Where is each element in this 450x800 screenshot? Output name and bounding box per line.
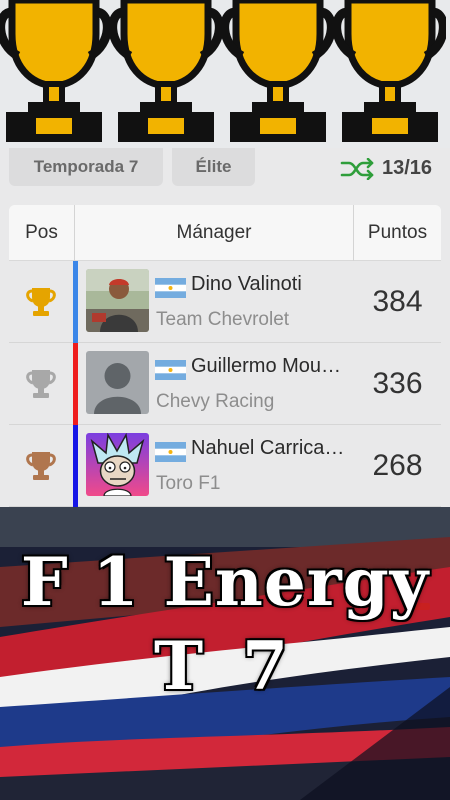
banner-title-line1: F 1 Energy: [19, 542, 430, 623]
gold-trophy-icon: [26, 288, 56, 316]
header-pos[interactable]: Pos: [9, 205, 75, 261]
avatar[interactable]: [86, 433, 149, 496]
round-counter: 13/16: [382, 157, 433, 179]
season-selector[interactable]: Temporada 7: [9, 148, 163, 186]
trophy-icon: [0, 0, 110, 142]
avatar[interactable]: [86, 351, 149, 414]
table-row[interactable]: Guillermo Mourelle Chevy Racing 336: [9, 343, 441, 425]
position-cell: [9, 343, 73, 425]
points-value: 384: [372, 285, 423, 318]
table-header: Pos Mánager Puntos: [9, 205, 441, 261]
team-name: Chevy Racing: [156, 391, 275, 412]
argentina-flag-icon: [155, 360, 186, 380]
team-color-bar: [73, 343, 78, 425]
avatar[interactable]: [86, 269, 149, 332]
manager-name: Dino Valinoti: [191, 273, 302, 295]
position-cell: [9, 261, 73, 343]
league-selector[interactable]: Élite: [172, 148, 255, 186]
header-manager[interactable]: Mánager: [75, 205, 354, 261]
bronze-trophy-icon: [26, 452, 56, 480]
filter-row: Temporada 7 Élite 13/16: [0, 148, 450, 190]
team-name: Team Chevrolet: [156, 309, 290, 330]
trophy-icon: [110, 0, 222, 142]
table-row[interactable]: Nahuel Carricaburu Toro F1 268: [9, 425, 441, 507]
trophy-icon: [222, 0, 334, 142]
trophy-icon: [334, 0, 446, 142]
banner-title-line2: T 7: [152, 626, 296, 707]
manager-name: Nahuel Carricaburu: [191, 437, 347, 459]
points-value: 336: [372, 367, 423, 400]
team-color-bar: [73, 425, 78, 507]
standings-table: Pos Mánager Puntos Dino Valinoti Team Ch…: [9, 205, 441, 507]
league-banner: F 1 Energy T 7: [0, 507, 450, 800]
team-color-bar: [73, 261, 78, 343]
points-value: 268: [372, 449, 423, 482]
argentina-flag-icon: [155, 278, 186, 298]
team-name: Toro F1: [156, 473, 221, 494]
argentina-flag-icon: [155, 442, 186, 462]
shuffle-icon[interactable]: [340, 158, 376, 180]
table-row[interactable]: Dino Valinoti Team Chevrolet 384: [9, 261, 441, 343]
silver-trophy-icon: [26, 370, 56, 398]
manager-name: Guillermo Mourelle: [191, 355, 347, 377]
position-cell: [9, 425, 73, 507]
header-points[interactable]: Puntos: [354, 205, 441, 261]
trophy-banner: [0, 0, 450, 148]
